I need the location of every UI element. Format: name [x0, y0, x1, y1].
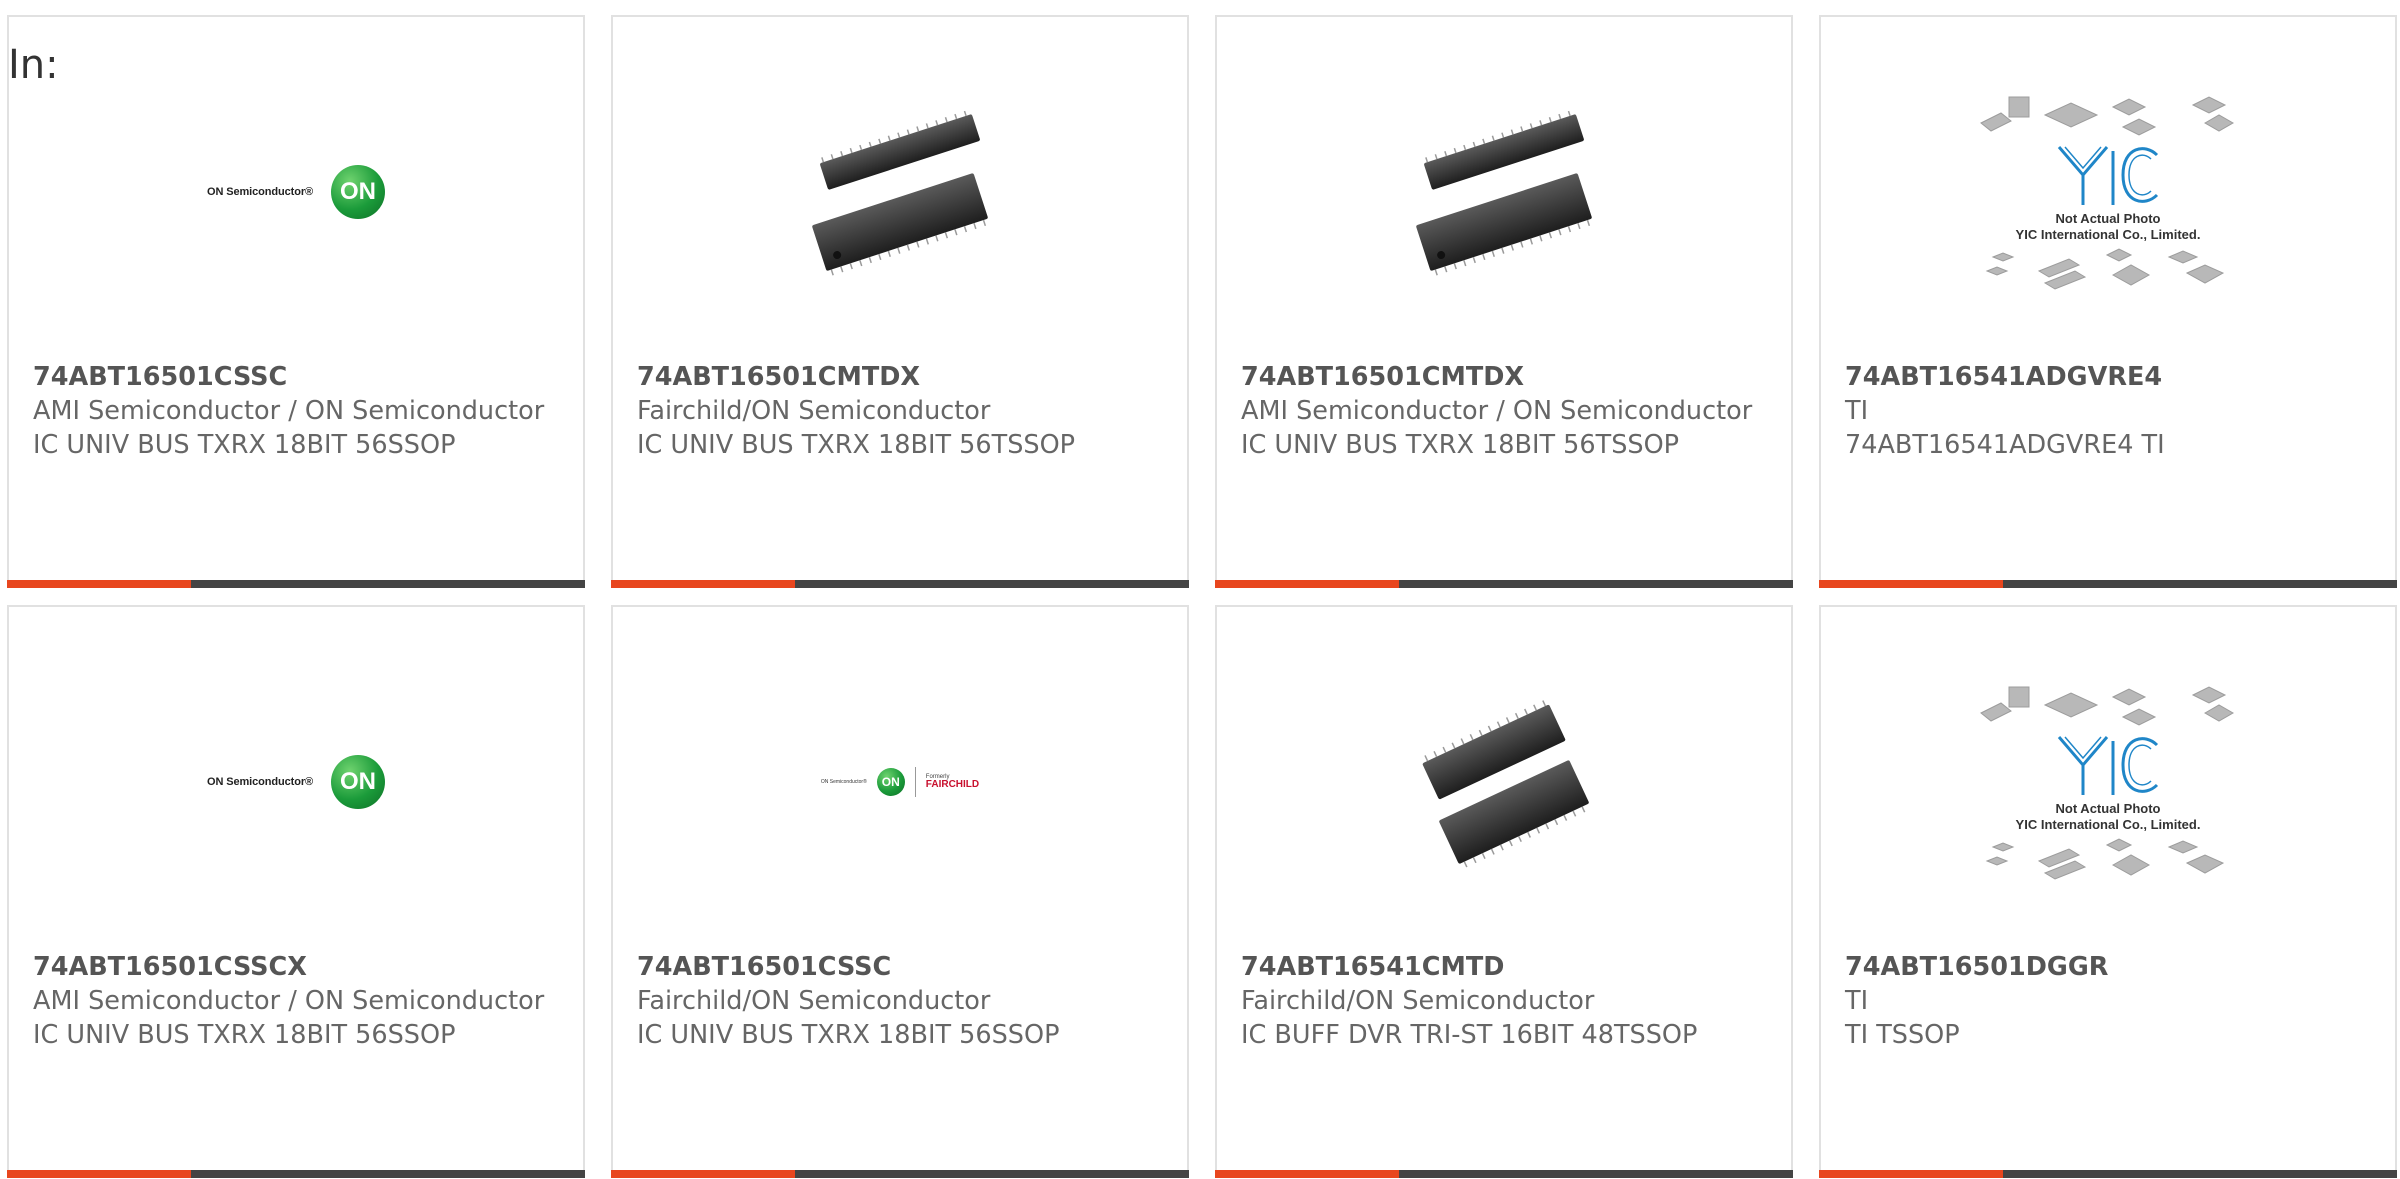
card-footer-bar	[1819, 580, 2397, 588]
card-footer-bar	[1215, 580, 1793, 588]
chip-package-icon	[812, 110, 988, 276]
on-semiconductor-wordmark: ON Semiconductor®	[206, 776, 314, 788]
manufacturer: Fairchild/ON Semiconductor	[637, 986, 991, 1016]
yic-logo-icon	[2057, 736, 2159, 795]
card-footer-bar	[1215, 1170, 1793, 1178]
product-grid-page: In: ON Semiconductor® ON 74ABT16501CSSC …	[0, 0, 2400, 1179]
card-accent-bar	[1819, 580, 2003, 588]
product-card[interactable]: ON Semiconductor® ON 74ABT16501CSSC AMI …	[7, 15, 585, 588]
product-image[interactable]: Not Actual Photo YIC International Co., …	[1821, 87, 2395, 297]
manufacturer: AMI Semiconductor / ON Semiconductor	[1241, 396, 1753, 426]
description: IC UNIV BUS TXRX 18BIT 56TSSOP	[1241, 430, 1680, 460]
card-accent-bar	[1215, 1170, 1399, 1178]
description: TI TSSOP	[1845, 1020, 1960, 1050]
part-number-link[interactable]: 74ABT16501CSSC	[33, 360, 553, 394]
not-actual-photo-text: Not Actual Photo	[2055, 801, 2161, 816]
part-number-link[interactable]: 74ABT16501CMTDX	[1241, 360, 1761, 394]
description: IC UNIV BUS TXRX 18BIT 56SSOP	[637, 1020, 1060, 1050]
card-footer-bar	[7, 580, 585, 588]
product-image[interactable]	[1217, 87, 1791, 297]
manufacturer: TI	[1845, 396, 1869, 426]
product-card[interactable]: ON Semiconductor® ON Formerly FAIRCHILD …	[611, 605, 1189, 1178]
product-image[interactable]	[613, 87, 1187, 297]
card-footer-bar	[611, 1170, 1189, 1178]
part-number-link[interactable]: 74ABT16501CMTDX	[637, 360, 1157, 394]
product-image[interactable]	[1217, 677, 1791, 887]
card-footer-bar	[611, 580, 1189, 588]
on-badge-icon: ON	[331, 755, 386, 809]
description: IC UNIV BUS TXRX 18BIT 56SSOP	[33, 430, 456, 460]
description: IC BUFF DVR TRI-ST 16BIT 48TSSOP	[1241, 1020, 1698, 1050]
description: 74ABT16541ADGVRE4 TI	[1845, 430, 2165, 460]
logo-divider	[914, 767, 916, 797]
manufacturer: TI	[1845, 986, 1869, 1016]
product-card[interactable]: 74ABT16541CMTD Fairchild/ON Semiconducto…	[1215, 605, 1793, 1178]
chip-outlines-top-icon	[1980, 96, 2235, 136]
on-badge-icon: ON	[331, 165, 386, 219]
fairchild-wordmark: FAIRCHILD	[925, 779, 980, 790]
card-accent-bar	[1215, 580, 1399, 588]
on-fairchild-logo: ON Semiconductor® ON Formerly FAIRCHILD	[821, 767, 979, 797]
product-card[interactable]: ON Semiconductor® ON 74ABT16501CSSCX AMI…	[7, 605, 585, 1178]
card-footer-bar	[1819, 1170, 2397, 1178]
product-card[interactable]: 74ABT16501CMTDX Fairchild/ON Semiconduct…	[611, 15, 1189, 588]
card-accent-bar	[7, 1170, 191, 1178]
yic-logo-icon	[2057, 146, 2159, 205]
on-semiconductor-logo: ON Semiconductor® ON	[206, 755, 386, 809]
card-accent-bar	[611, 1170, 795, 1178]
on-semiconductor-logo: ON Semiconductor® ON	[206, 165, 386, 219]
yic-placeholder-image: Not Actual Photo YIC International Co., …	[1973, 683, 2243, 881]
chip-outlines-top-icon	[1980, 686, 2235, 726]
on-semiconductor-wordmark: ON Semiconductor®	[820, 779, 867, 785]
description: IC UNIV BUS TXRX 18BIT 56SSOP	[33, 1020, 456, 1050]
manufacturer: AMI Semiconductor / ON Semiconductor	[33, 396, 545, 426]
manufacturer: AMI Semiconductor / ON Semiconductor	[33, 986, 545, 1016]
description: IC UNIV BUS TXRX 18BIT 56TSSOP	[637, 430, 1076, 460]
card-footer-bar	[7, 1170, 585, 1178]
on-semiconductor-wordmark: ON Semiconductor®	[206, 186, 314, 198]
product-card[interactable]: Not Actual Photo YIC International Co., …	[1819, 15, 2397, 588]
product-image[interactable]: ON Semiconductor® ON Formerly FAIRCHILD	[613, 677, 1187, 887]
chip-outlines-bottom-icon	[1985, 248, 2225, 290]
part-number-link[interactable]: 74ABT16501CSSC	[637, 950, 1157, 984]
on-badge-icon: ON	[876, 768, 905, 796]
chip-package-icon	[1422, 700, 1589, 868]
part-number-link[interactable]: 74ABT16501CSSCX	[33, 950, 553, 984]
manufacturer: Fairchild/ON Semiconductor	[637, 396, 991, 426]
not-actual-photo-text: Not Actual Photo	[2055, 211, 2161, 226]
manufacturer: Fairchild/ON Semiconductor	[1241, 986, 1595, 1016]
card-accent-bar	[611, 580, 795, 588]
card-accent-bar	[7, 580, 191, 588]
chip-outlines-bottom-icon	[1985, 838, 2225, 880]
product-image[interactable]: Not Actual Photo YIC International Co., …	[1821, 677, 2395, 887]
chip-package-icon	[1416, 110, 1592, 276]
filter-label: In:	[8, 42, 59, 88]
product-image[interactable]: ON Semiconductor® ON	[9, 87, 583, 297]
yic-company-text: YIC International Co., Limited.	[2015, 227, 2201, 242]
product-image[interactable]: ON Semiconductor® ON	[9, 677, 583, 887]
product-card[interactable]: 74ABT16501CMTDX AMI Semiconductor / ON S…	[1215, 15, 1793, 588]
part-number-link[interactable]: 74ABT16501DGGR	[1845, 950, 2365, 984]
part-number-link[interactable]: 74ABT16541CMTD	[1241, 950, 1761, 984]
product-card[interactable]: Not Actual Photo YIC International Co., …	[1819, 605, 2397, 1178]
card-accent-bar	[1819, 1170, 2003, 1178]
yic-company-text: YIC International Co., Limited.	[2015, 817, 2201, 832]
part-number-link[interactable]: 74ABT16541ADGVRE4	[1845, 360, 2365, 394]
yic-placeholder-image: Not Actual Photo YIC International Co., …	[1973, 93, 2243, 291]
